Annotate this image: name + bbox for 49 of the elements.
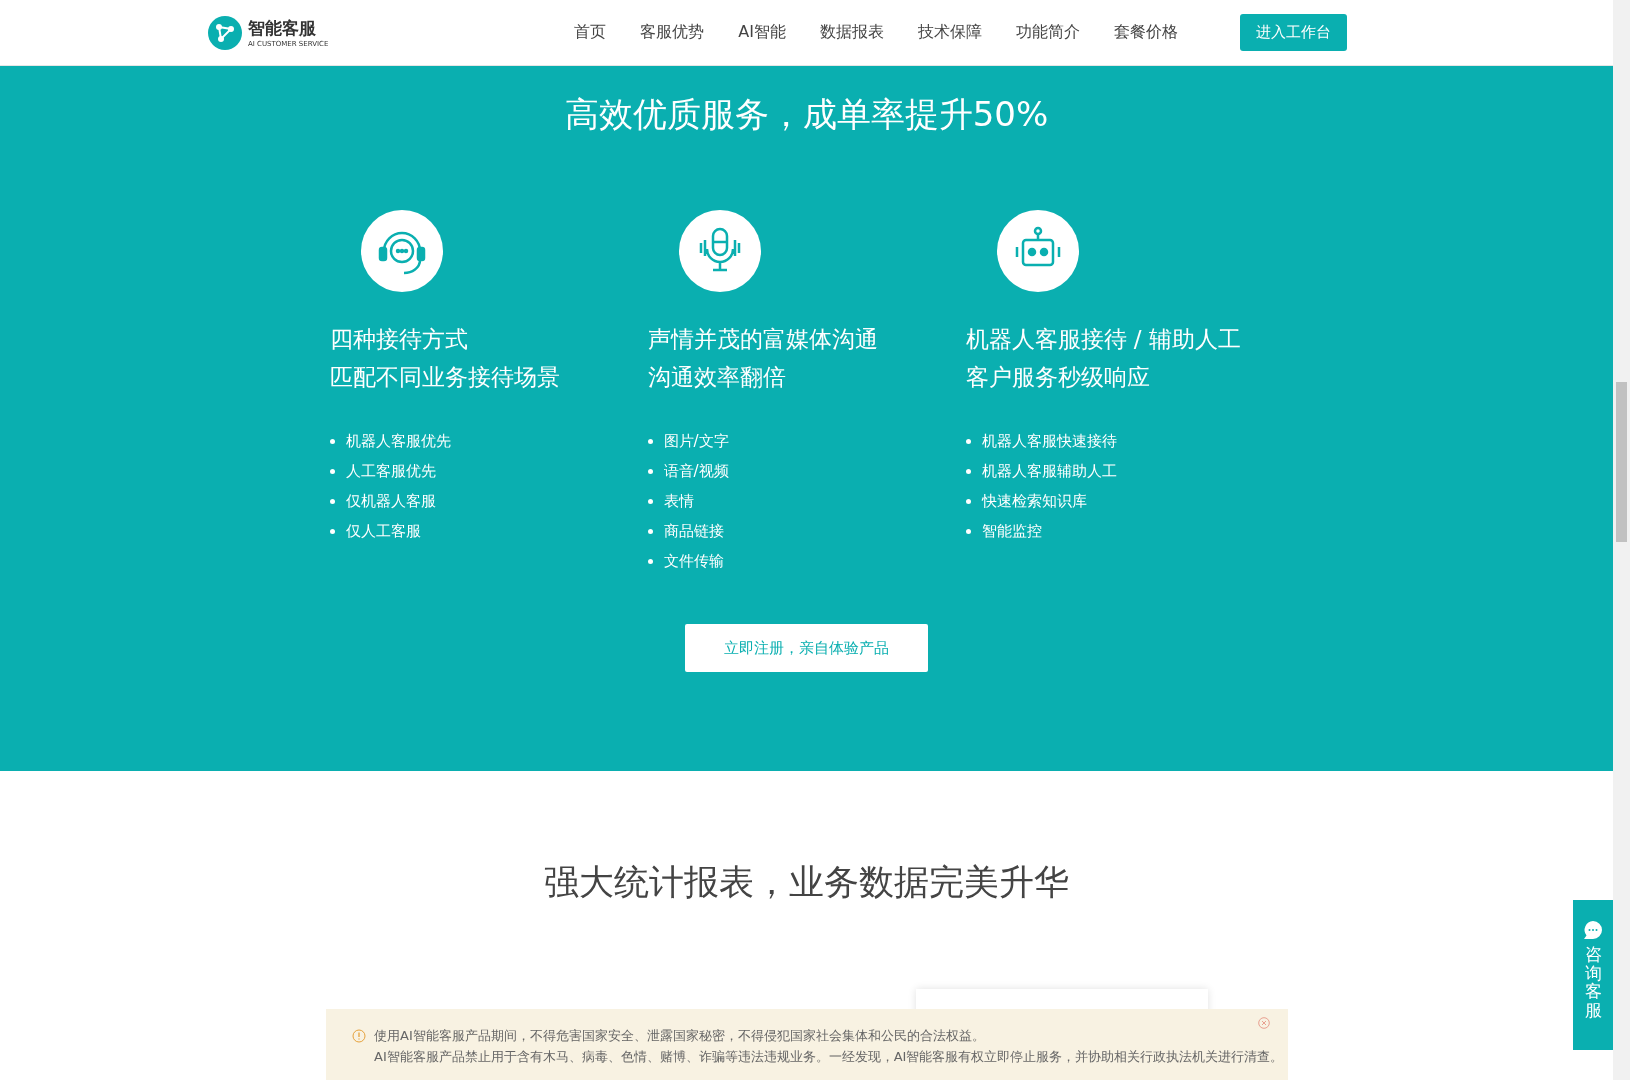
- feature-item: 图片/文字: [663, 431, 729, 451]
- bullet-icon: [965, 528, 971, 534]
- nav-link[interactable]: 技术保障: [918, 22, 982, 43]
- notice-text: AI智能客服产品禁止用于含有木马、病毒、色情、赌博、诈骗等违法违规业务。一经发现，AI智能客服有权立即停止服务，并协助相关行政执法机关进行清查。: [374, 1048, 1284, 1066]
- nav-link[interactable]: 套餐价格: [1114, 22, 1178, 43]
- bullet-icon: [647, 468, 653, 474]
- feature-heading: 沟通效率翻倍: [647, 363, 787, 392]
- feature-item: 商品链接: [663, 521, 724, 541]
- feature-item: 人工客服优先: [345, 461, 436, 481]
- feature-item: 表情: [663, 491, 694, 511]
- bullet-icon: [329, 468, 335, 474]
- bullet-icon: [647, 498, 653, 504]
- hero-title: 高效优质服务，成单率提升50%: [564, 93, 1049, 136]
- nav-link[interactable]: 功能简介: [1016, 22, 1080, 43]
- feature-heading: 客户服务秒级响应: [965, 363, 1151, 392]
- bullet-icon: [965, 438, 971, 444]
- feature-item: 语音/视频: [663, 461, 729, 481]
- bullet-icon: [329, 528, 335, 534]
- feature-item: 快速检索知识库: [981, 491, 1087, 511]
- feature-heading: 四种接待方式: [329, 325, 469, 354]
- feature-item: 智能监控: [981, 521, 1042, 541]
- bullet-icon: [965, 468, 971, 474]
- bullet-icon: [329, 438, 335, 444]
- chat-icon: [1583, 920, 1603, 940]
- close-icon[interactable]: [1258, 1017, 1270, 1029]
- feature-heading: 匹配不同业务接待场景: [329, 363, 561, 392]
- bullet-icon: [647, 528, 653, 534]
- feature-item: 文件传输: [663, 551, 724, 571]
- feature-item: 仅机器人客服: [345, 491, 436, 511]
- feature-item: 机器人客服辅助人工: [981, 461, 1117, 481]
- scrollbar[interactable]: [1613, 0, 1630, 1080]
- feature-heading: 声情并茂的富媒体沟通: [647, 325, 879, 354]
- nav-link[interactable]: AI智能: [738, 22, 786, 43]
- bullet-icon: [647, 438, 653, 444]
- bullet-icon: [965, 498, 971, 504]
- bullet-icon: [647, 558, 653, 564]
- logo-title: 智能客服: [248, 17, 317, 40]
- feature-item: 机器人客服优先: [345, 431, 451, 451]
- feature-heading: 机器人客服接待 / 辅助人工: [965, 325, 1242, 354]
- logo-icon: [208, 15, 242, 50]
- nav-link[interactable]: 客服优势: [640, 22, 705, 43]
- feature-item: 仅人工客服: [345, 521, 421, 541]
- nav-link[interactable]: 首页: [574, 22, 607, 43]
- bullet-icon: [329, 498, 335, 504]
- info-icon: [352, 1029, 366, 1043]
- nav-link[interactable]: 数据报表: [820, 22, 884, 43]
- section-title: 强大统计报表，业务数据完美升华: [544, 861, 1069, 904]
- notice-text: 使用AI智能客服产品期间，不得危害国家安全、泄露国家秘密，不得侵犯国家社会集体和公民的合法权益。: [374, 1027, 986, 1045]
- feature-item: 机器人客服快速接待: [981, 431, 1117, 451]
